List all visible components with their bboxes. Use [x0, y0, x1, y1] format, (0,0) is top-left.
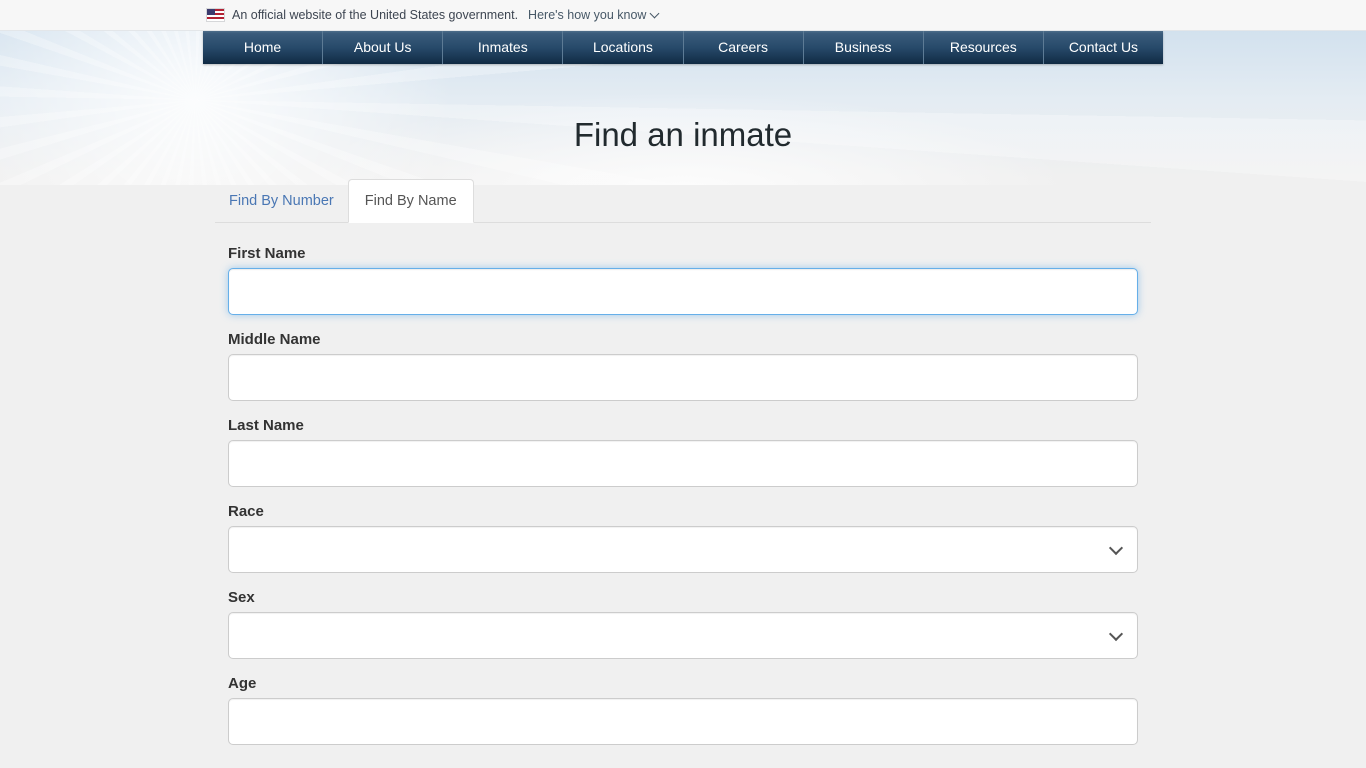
nav-item-business[interactable]: Business	[804, 31, 924, 64]
tab-find-by-number[interactable]: Find By Number	[215, 180, 348, 222]
sex-label: Sex	[228, 590, 1138, 605]
age-input[interactable]	[228, 698, 1138, 745]
tabs-bar: Find By Number Find By Name	[215, 179, 1151, 223]
last-name-label: Last Name	[228, 418, 1138, 433]
last-name-form-group: Last Name	[228, 418, 1138, 487]
age-label: Age	[228, 676, 1138, 691]
page-title: Find an inmate	[0, 114, 1366, 156]
sex-select-wrap	[228, 612, 1138, 659]
sex-form-group: Sex	[228, 590, 1138, 659]
nav-item-home[interactable]: Home	[203, 31, 323, 64]
first-name-input[interactable]	[228, 268, 1138, 315]
nav-item-resources[interactable]: Resources	[924, 31, 1044, 64]
form-fields: First Name Middle Name Last Name Race Sex Age	[228, 246, 1138, 745]
race-select[interactable]	[228, 526, 1138, 573]
middle-name-label: Middle Name	[228, 332, 1138, 347]
us-flag-icon	[207, 9, 224, 21]
first-name-form-group: First Name	[228, 246, 1138, 315]
heres-how-you-know-link[interactable]: Here's how you know	[528, 8, 658, 22]
nav-item-about-us[interactable]: About Us	[323, 31, 443, 64]
nav-item-contact-us[interactable]: Contact Us	[1044, 31, 1163, 64]
nav-item-inmates[interactable]: Inmates	[443, 31, 563, 64]
middle-name-form-group: Middle Name	[228, 332, 1138, 401]
page: An official website of the United States…	[0, 0, 1366, 768]
nav-item-careers[interactable]: Careers	[684, 31, 804, 64]
first-name-label: First Name	[228, 246, 1138, 261]
page-content: Find an inmate Find By Number Find By Na…	[0, 64, 1366, 768]
race-label: Race	[228, 504, 1138, 519]
tab-find-by-name[interactable]: Find By Name	[348, 179, 474, 223]
inmate-search-form: First Name Middle Name Last Name Race Sex Age…	[228, 223, 1138, 768]
heres-how-you-know-label: Here's how you know	[528, 8, 646, 22]
nav-item-locations[interactable]: Locations	[563, 31, 683, 64]
gov-banner-text: An official website of the United States…	[232, 8, 518, 22]
gov-banner: An official website of the United States…	[0, 0, 1366, 31]
race-form-group: Race	[228, 504, 1138, 573]
gov-banner-inner: An official website of the United States…	[203, 0, 1163, 30]
main-nav: HomeAbout UsInmatesLocationsCareersBusin…	[203, 31, 1163, 64]
middle-name-input[interactable]	[228, 354, 1138, 401]
age-form-group: Age	[228, 676, 1138, 745]
last-name-input[interactable]	[228, 440, 1138, 487]
sex-select[interactable]	[228, 612, 1138, 659]
race-select-wrap	[228, 526, 1138, 573]
chevron-down-icon	[650, 9, 660, 19]
